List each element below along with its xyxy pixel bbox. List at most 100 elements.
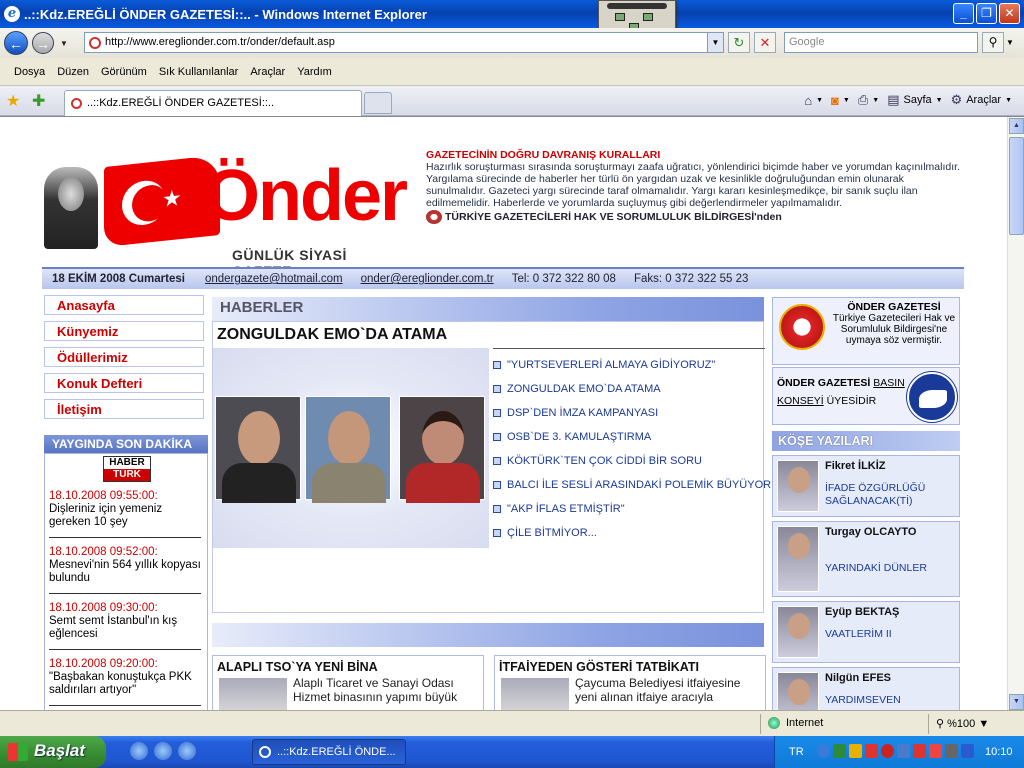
nav-iletisim[interactable]: İletişim: [44, 399, 204, 419]
nav-odullerimiz[interactable]: Ödüllerimiz: [44, 347, 204, 367]
columnist-card[interactable]: Nilgün EFES YARDIMSEVEN: [772, 667, 960, 710]
ataturk-portrait: [44, 167, 98, 249]
news-link[interactable]: BALCI İLE SESLİ ARASINDAKİ POLEMİK BÜYÜY…: [493, 479, 771, 493]
person-photo: [215, 396, 301, 503]
press-council-suffix: ÜYESİDİR: [826, 395, 877, 407]
taskbar-ie-window[interactable]: ..::Kdz.EREĞLİ ÖNDE...: [252, 739, 406, 765]
search-button[interactable]: ⚲: [982, 32, 1004, 53]
item-time: 18.10.2008 09:55:00:: [49, 490, 158, 502]
scroll-thumb[interactable]: [1009, 137, 1024, 235]
news-link[interactable]: KÖKTÜRK`TEN ÇOK CİDDİ BİR SORU: [493, 455, 765, 469]
conduct-rules: GAZETECİNİN DOĞRU DAVRANIŞ KURALLARI Haz…: [426, 149, 960, 224]
columnist-article-link[interactable]: YARDIMSEVEN: [825, 694, 955, 707]
tray-display-icon[interactable]: [961, 744, 974, 758]
search-input[interactable]: Google: [784, 32, 978, 53]
email-link-site[interactable]: onder@ereglionder.com.tr: [361, 273, 494, 285]
list-item[interactable]: 18.10.2008 09:30:00: Semt semt İstanbul'ı…: [49, 600, 201, 650]
columnist-article-link[interactable]: İFADE ÖZGÜRLÜĞÜ SAĞLANACAK(Tİ): [825, 482, 955, 508]
news-photo[interactable]: [213, 348, 489, 548]
tray-device-icon[interactable]: [945, 744, 958, 758]
minimize-button[interactable]: _: [953, 3, 974, 24]
zoom-control[interactable]: ⚲ %100 ▼: [936, 717, 989, 730]
menu-edit[interactable]: Düzen: [57, 66, 89, 78]
new-tab-button[interactable]: [364, 92, 392, 114]
address-field[interactable]: http://www.ereglionder.com.tr/onder/defa…: [84, 32, 724, 53]
columnist-article-link[interactable]: YARINDAKİ DÜNLER: [825, 562, 955, 575]
show-desktop-icon[interactable]: [178, 742, 196, 760]
news-link[interactable]: ZONGULDAK EMO`DA ATAMA: [493, 383, 765, 397]
nav-anasayfa[interactable]: Anasayfa: [44, 295, 204, 315]
tray-monitor-icon[interactable]: [897, 744, 910, 758]
columnist-name: Turgay OLCAYTO: [825, 526, 917, 538]
subnews-card[interactable]: ALAPLI TSO`YA YENİ BİNA Alaplı Ticaret v…: [212, 655, 484, 710]
add-favorite-icon[interactable]: ✚: [32, 91, 45, 111]
address-dropdown-icon[interactable]: ▼: [707, 33, 723, 52]
tray-security-icon[interactable]: [881, 744, 894, 758]
email-link-hotmail[interactable]: ondergazete@hotmail.com: [205, 273, 343, 285]
windows-logo-icon: [8, 743, 28, 761]
media-player-icon[interactable]: [154, 742, 172, 760]
language-indicator[interactable]: TR: [789, 746, 804, 758]
tab-active[interactable]: ..::Kdz.EREĞLİ ÖNDER GAZETESİ::..: [64, 90, 362, 116]
close-button[interactable]: ✕: [999, 3, 1020, 24]
zoom-icon: ⚲: [936, 718, 948, 730]
tray-alert-icon[interactable]: [929, 744, 942, 758]
list-item[interactable]: 18.10.2008 09:52:00: Mesnevi'nin 564 yıll…: [49, 544, 201, 594]
press-council-dove-icon[interactable]: [907, 372, 957, 422]
columnist-card[interactable]: Fikret İLKİZ İFADE ÖZGÜRLÜĞÜ SAĞLANACAK(…: [772, 455, 960, 517]
menu-tools[interactable]: Araçlar: [250, 66, 285, 78]
columnist-card[interactable]: Turgay OLCAYTO YARINDAKİ DÜNLER: [772, 521, 960, 597]
nav-konuk-defteri[interactable]: Konuk Defteri: [44, 373, 204, 393]
menu-file[interactable]: Dosya: [14, 66, 45, 78]
tray-app-icon[interactable]: [913, 744, 926, 758]
site-header: ★ Önder GÜNLÜK SİYASİ GAZETE GAZETECİNİN…: [42, 123, 964, 279]
news-link[interactable]: "AKP İFLAS ETMİŞTİR": [493, 503, 765, 517]
tools-menu-button[interactable]: Araçlar: [966, 94, 1001, 106]
rss-feed-icon[interactable]: ◙: [831, 93, 839, 108]
stop-button[interactable]: ✕: [754, 32, 776, 53]
forward-button[interactable]: →: [32, 32, 54, 54]
news-link[interactable]: ÇİLE BİTMİYOR...: [493, 527, 765, 541]
print-icon[interactable]: ⎙: [858, 92, 868, 108]
tray-network-icon[interactable]: [833, 744, 846, 758]
home-icon[interactable]: ⌂: [804, 93, 812, 108]
security-zone[interactable]: Internet: [768, 717, 823, 730]
list-item[interactable]: 18.10.2008 09:20:00: "Başbakan konuştukça…: [49, 656, 201, 706]
menu-help[interactable]: Yardım: [297, 66, 332, 78]
news-link[interactable]: "YURTSEVERLERİ ALMAYA GİDİYORUZ": [493, 359, 765, 373]
start-button[interactable]: Başlat: [0, 736, 106, 768]
tray-za-icon[interactable]: [849, 744, 862, 758]
refresh-button[interactable]: ↻: [728, 32, 750, 53]
menu-view[interactable]: Görünüm: [101, 66, 147, 78]
haberturk-logo[interactable]: HABER TÜRK: [103, 456, 151, 482]
history-dropdown-icon[interactable]: ▼: [60, 39, 68, 48]
site-logo[interactable]: ★ Önder GÜNLÜK SİYASİ GAZETE: [44, 154, 408, 279]
tray-antivirus-icon[interactable]: [865, 744, 878, 758]
ie-quicklaunch-icon[interactable]: [130, 742, 148, 760]
back-button[interactable]: ←: [4, 31, 28, 55]
declaration-box[interactable]: ÖNDER GAZETESİ Türkiye Gazetecileri Hak v…: [772, 297, 960, 365]
page-menu-button[interactable]: Sayfa: [903, 94, 931, 106]
press-council-box: ÖNDER GAZETESİ BASIN KONSEYİ ÜYESİDİR: [772, 367, 960, 425]
columnist-card[interactable]: Eyüp BEKTAŞ VAATLERİM II: [772, 601, 960, 663]
vertical-scrollbar[interactable]: ▲ ▼: [1007, 117, 1024, 710]
scroll-up-icon[interactable]: ▲: [1009, 118, 1024, 134]
news-link-text: BALCI İLE SESLİ ARASINDAKİ POLEMİK BÜYÜY…: [507, 479, 772, 491]
maximize-button[interactable]: ❐: [976, 3, 997, 24]
subnews-title: ALAPLI TSO`YA YENİ BİNA: [217, 660, 378, 674]
news-link[interactable]: OSB`DE 3. KAMULAŞTIRMA: [493, 431, 765, 445]
news-link[interactable]: DSP`DEN İMZA KAMPANYASI: [493, 407, 765, 421]
columnist-article-link[interactable]: VAATLERİM II: [825, 628, 955, 641]
news-headline[interactable]: ZONGULDAK EMO`DA ATAMA: [217, 326, 447, 344]
tab-bar: ★ ✚ ..::Kdz.EREĞLİ ÖNDER GAZETESİ::.. ⌂ ▼…: [0, 86, 1024, 116]
search-options-dropdown-icon[interactable]: ▼: [1006, 32, 1020, 53]
favorites-star-icon[interactable]: ★: [6, 91, 20, 111]
nav-kunyemiz[interactable]: Künyemiz: [44, 321, 204, 341]
news-box: ZONGULDAK EMO`DA ATAMA "YURTSEVERLERİ AL…: [212, 321, 771, 613]
scroll-down-icon[interactable]: ▼: [1009, 694, 1024, 710]
menu-favorites[interactable]: Sık Kullanılanlar: [159, 66, 239, 78]
tray-arrow-icon[interactable]: [817, 744, 830, 758]
system-clock: 10:10: [985, 746, 1013, 758]
subnews-card[interactable]: İTFAİYEDEN GÖSTERİ TATBİKATI Çaycuma Bel…: [494, 655, 766, 710]
list-item[interactable]: 18.10.2008 09:55:00: Dişleriniz için yeme…: [49, 488, 201, 538]
